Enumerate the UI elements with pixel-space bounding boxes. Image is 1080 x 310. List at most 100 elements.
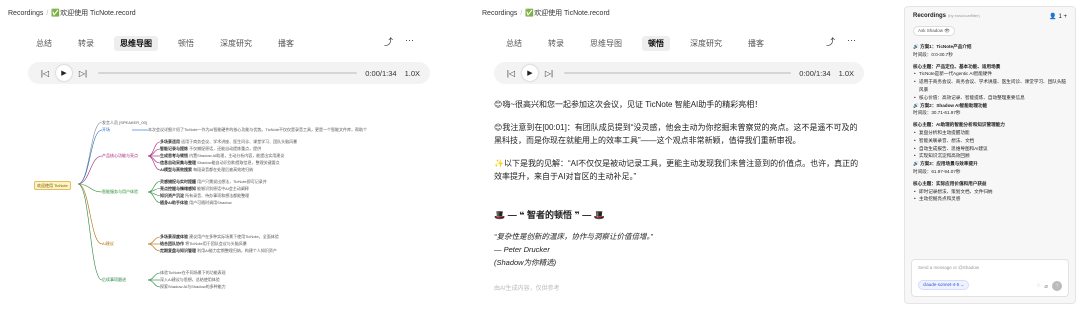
bullet-text: 主动挖掘亮点和灵感: [919, 196, 961, 202]
audio-player: |◁ ▶ ▷| 0:00/1:34 1.0X: [494, 62, 864, 84]
tab-3[interactable]: 顿悟: [642, 36, 670, 51]
chat-bullet: • 智能关联录音、想法、文档: [914, 137, 975, 143]
chat-line: 时间段：0:0-30.7秒: [913, 51, 953, 57]
chat-bullet: • 即时记录想法、策划文档、文件归纳: [914, 188, 993, 194]
mindmap-leaf-node[interactable]: 体验TicNote在不同场景下的功能表现: [160, 270, 226, 275]
progress-track[interactable]: [564, 72, 792, 74]
mindmap-speaker-node[interactable]: 发言人员 [SPEAKER_00]: [102, 120, 147, 125]
mindmap-branch-node[interactable]: 智能服务与用户体验: [102, 189, 138, 194]
tab-5[interactable]: 播客: [742, 36, 770, 51]
play-button[interactable]: ▶: [56, 65, 72, 81]
mindmap-leaf-node[interactable]: 结合团队协作 将TicNote用于团队会议与头脑风暴: [160, 241, 247, 246]
mindmap-leaf-value: 将TicNote用于团队会议与头脑风暴: [185, 241, 247, 246]
breadcrumb: Recordings / ✅欢迎使用 TicNote.record: [482, 10, 610, 17]
tab-3[interactable]: 顿悟: [172, 36, 200, 51]
ask-shadow-pill[interactable]: Ask Shadow 👁: [913, 26, 955, 36]
tab-4[interactable]: 深度研究: [684, 36, 728, 51]
mindmap-view: Recordings / ✅欢迎使用 TicNote.record 总结 转录 思维导图…: [0, 0, 440, 310]
mindmap-branch-node[interactable]: 产品核心功能与亮点: [102, 153, 138, 158]
send-button[interactable]: ↑: [1052, 281, 1062, 291]
mindmap-leaf-key: 定期复盘与知识管理: [160, 248, 196, 253]
mindmap-leaf-node[interactable]: 多场景适用 适用于商务会议、学术讲座、医生问诊、课堂学习、团队头脑风暴: [160, 139, 297, 144]
tab-4[interactable]: 深度研究: [214, 36, 258, 51]
add-icon[interactable]: +: [1063, 14, 1067, 20]
mindmap-leaf-node[interactable]: 知识资产沉淀 所有录音、待办事项和想法都能整理: [160, 193, 249, 198]
connector: [147, 148, 161, 157]
mindmap-leaf-node[interactable]: 定期复盘与知识管理 利用AI能力定期整理归纳，构建个人知识资产: [160, 248, 277, 253]
bullet-text: 即时记录想法、策划文档、文件归纳: [919, 188, 993, 194]
mindmap-leaf-node[interactable]: 多场景深度体验 建议用户在多种实际场景下使用TicNote，全面体验: [160, 234, 279, 239]
share-icon[interactable]: ⤴: [826, 35, 835, 48]
mindmap-leaf-value: 体验TicNote在不同场景下的功能表现: [160, 270, 226, 275]
quote-source: (Shadow为你精选): [494, 258, 557, 267]
tab-0[interactable]: 总结: [30, 36, 58, 51]
insight-view: Recordings / ✅欢迎使用 TicNote.record 总结 转录 思维导图…: [474, 0, 874, 310]
bullet-text: 核心价值：高效记录、智能提炼、自动整理重要信息: [919, 94, 1025, 100]
mindmap-leaf-node[interactable]: 信息自动采集与整理 Shadow能自动识别和提取信息，整理关键要点: [160, 160, 280, 165]
model-selector[interactable]: claude-sonnet-4-5 ⌄: [918, 280, 970, 290]
more-icon[interactable]: ···: [847, 35, 856, 48]
chat-header: Recordings (by eosoccarfilter) 👤 1 +: [913, 13, 1067, 20]
participants-count[interactable]: 👤 1 +: [1049, 13, 1067, 20]
connector: [77, 183, 103, 245]
mindmap-leaf-value: 适用于商务会议、学术讲座、医生问诊、课堂学习、团队头脑风暴: [181, 139, 298, 144]
mindmap-root-node[interactable]: 欢迎使用 TicNote: [34, 181, 71, 190]
chat-heading: 🔊 方案1：TicNote产品介绍: [913, 44, 972, 49]
tab-1[interactable]: 转录: [542, 36, 570, 51]
skip-forward-icon[interactable]: ▷|: [76, 69, 90, 78]
chat-bullet: • 实现知识沉淀和高效回顾: [914, 153, 970, 159]
mindmap-leaf-key: 信息自动采集与整理: [160, 160, 196, 165]
more-icon[interactable]: ···: [405, 35, 414, 48]
bullet-text: 实现知识沉淀和高效回顾: [919, 153, 970, 159]
audio-player: |◁ ▶ ▷| 0:00/1:34 1.0X: [28, 62, 430, 84]
chat-container: Recordings (by eosoccarfilter) 👤 1 + Ask …: [904, 6, 1076, 304]
bullet-text: 自动生成报告、思维导图和AI建议: [919, 145, 988, 151]
bullet-text: TicNote是新一代Agentic AI智能硬件: [919, 71, 993, 77]
mindmap-leaf-value: 用户只需说出想法，TicNote即可记录并: [197, 178, 267, 184]
tab-2[interactable]: 思维导图: [584, 36, 628, 51]
ai-disclaimer: 由AI生成内容，仅供参考: [494, 286, 560, 292]
mindmap-leaf-node[interactable]: AI模型与高效搜索 每段录音都在处理后被高效地归纳: [160, 167, 253, 172]
tab-5[interactable]: 播客: [272, 36, 300, 51]
mindmap-branch-node[interactable]: AI建议: [102, 241, 114, 246]
play-button[interactable]: ▶: [522, 65, 538, 81]
skip-back-icon[interactable]: |◁: [504, 69, 518, 78]
mindmap-branch-node[interactable]: 后续事项跟进: [102, 277, 126, 282]
mindmap-leaf-node[interactable]: 灵感捕捉与实时提醒 用户只需说出想法，TicNote即可记录并: [160, 179, 267, 184]
breadcrumb-root[interactable]: Recordings: [8, 10, 43, 17]
breadcrumb-current: ✅欢迎使用 TicNote.record: [51, 10, 136, 17]
player-time: 0:00/1:34: [799, 68, 831, 78]
attach-icon[interactable]: ◌: [1037, 283, 1041, 289]
mindmap-leaf-node[interactable]: 生成思考与顿悟 内置Shadow AI助理，主动分析内容，能提出实用建议: [160, 153, 284, 158]
tab-2[interactable]: 思维导图: [114, 36, 158, 51]
mindmap-leaf-node[interactable]: 探索Shadow AI与Shadow的多种能力: [160, 284, 226, 289]
playback-speed[interactable]: 1.0X: [839, 69, 854, 78]
progress-track[interactable]: [98, 72, 358, 74]
mindmap-leaf-note[interactable]: 本次会议详细介绍了TicNote一作为AI智能硬件的核心功能与优势。TicNot…: [148, 127, 367, 132]
mindmap-leaf-node[interactable]: 亮点挖掘与情绪感知 能够识别原话中AI会主动阐释: [160, 186, 249, 191]
mindmap-canvas[interactable]: 欢迎使用 TicNote 发言人员 [SPEAKER_00] 开场 本次会议详细介绍了…: [30, 112, 430, 302]
mindmap-leaf-node[interactable]: 随身AI助手体验 用户可随时调用Shadow: [160, 200, 232, 205]
tab-bar: 总结 转录 思维导图 顿悟 深度研究 播客: [500, 36, 770, 51]
breadcrumb-root[interactable]: Recordings: [482, 10, 517, 17]
chat-heading: 核心主题：AI助理的智能分析和知识管理能力: [913, 122, 1005, 128]
insight-paragraph: 😊我注意到在[00:01]：有团队成员提到“没灵感，他会主动为你挖掘未曾察觉的亮…: [494, 123, 858, 145]
link-icon[interactable]: ⌀: [1044, 283, 1048, 290]
mindmap-leaf-key: 结合团队协作: [160, 241, 184, 246]
insight-paragraph: ✨以下是我的见解：“AI不仅仅是被动记录工具，更能主动发现我们未曾注意到的价值点…: [494, 159, 859, 181]
chat-line: 时间段：30.71-61.97秒: [913, 110, 961, 116]
skip-back-icon[interactable]: |◁: [38, 69, 52, 78]
tab-0[interactable]: 总结: [500, 36, 528, 51]
tab-1[interactable]: 转录: [72, 36, 100, 51]
chat-input-box[interactable]: Send a message or @Shadow claude-sonnet-…: [911, 259, 1069, 297]
message-input[interactable]: Send a message or @Shadow: [918, 265, 979, 270]
share-icon[interactable]: ⤴: [384, 35, 393, 48]
mindmap-leaf-key: 知识资产沉淀: [160, 192, 184, 198]
skip-forward-icon[interactable]: ▷|: [542, 69, 556, 78]
mindmap-leaf-node[interactable]: 深入AI建议与思想，总结使用体验: [160, 277, 220, 282]
mindmap-leaf-value: 探索Shadow AI与Shadow的多种能力: [160, 284, 226, 289]
playback-speed[interactable]: 1.0X: [405, 69, 420, 78]
mindmap-branch-node[interactable]: 开场: [102, 127, 110, 132]
input-actions: ◌ ⌀ ↑: [1037, 281, 1062, 291]
mindmap-leaf-node[interactable]: 智能记录与提炼 不仅捕捉原话，还能自动提炼重点，提供: [160, 146, 261, 151]
